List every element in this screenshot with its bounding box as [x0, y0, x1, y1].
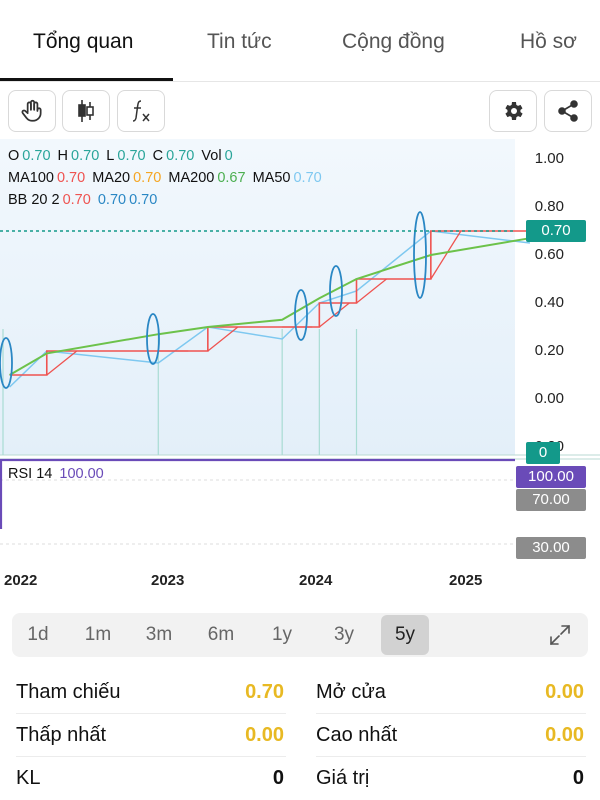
current-price-badge: 0.70 — [526, 220, 586, 242]
hand-tool-button[interactable] — [8, 90, 56, 132]
high-price-label: Cao nhất — [316, 724, 398, 746]
ref-price-value: 0.70 — [245, 681, 284, 703]
year-label: 2024 — [299, 572, 333, 589]
plot-background — [0, 139, 515, 455]
stats-divider — [316, 713, 586, 714]
ma-legend: MA100 0.70 MA20 0.70 MA200 0.67 MA50 0.70 — [8, 170, 322, 186]
range-selector: 1d 1m 3m 6m 1y 3y 5y — [12, 613, 588, 657]
price-tick: 0.00 — [534, 390, 564, 407]
range-5y[interactable]: 5y — [381, 615, 429, 655]
trade-value-label: Giá trị — [316, 767, 370, 789]
hand-icon — [21, 99, 42, 122]
ohlc-legend: O 0.70 H 0.70 L 0.70 C 0.70 Vol 0 — [8, 148, 233, 164]
price-tick: 1.00 — [534, 150, 564, 167]
year-label: 2023 — [151, 572, 185, 589]
range-1d[interactable]: 1d — [14, 613, 62, 657]
chart-type-button[interactable] — [62, 90, 110, 132]
candlestick-icon — [78, 100, 94, 122]
price-tick: 0.20 — [534, 342, 564, 359]
settings-button[interactable] — [489, 90, 537, 132]
year-label: 2025 — [449, 572, 483, 589]
rsi-upper-badge: 70.00 — [516, 489, 586, 511]
function-icon — [132, 100, 150, 122]
tab-community[interactable]: Cộng đồng — [342, 30, 445, 54]
price-tick: 0.80 — [534, 198, 564, 215]
rsi-legend: RSI 14 100.00 — [8, 466, 104, 482]
range-3m[interactable]: 3m — [135, 613, 183, 657]
range-1y[interactable]: 1y — [258, 613, 306, 657]
gear-icon — [505, 102, 523, 120]
open-price-value: 0.00 — [545, 681, 584, 703]
tab-profile[interactable]: Hồ sơ — [520, 30, 577, 54]
range-6m[interactable]: 6m — [197, 613, 245, 657]
high-price-value: 0.00 — [545, 724, 584, 746]
range-3y[interactable]: 3y — [320, 613, 368, 657]
trade-value-value: 0 — [572, 767, 584, 789]
stats-divider — [316, 756, 586, 757]
active-tab-indicator — [0, 78, 173, 81]
low-price-value: 0.00 — [245, 724, 284, 746]
stats-divider — [16, 713, 286, 714]
tab-overview[interactable]: Tổng quan — [33, 30, 133, 54]
rsi-value-badge: 100.00 — [516, 466, 586, 488]
stats-divider — [16, 756, 286, 757]
share-button[interactable] — [544, 90, 592, 132]
price-tick: 0.40 — [534, 294, 564, 311]
year-label: 2022 — [4, 572, 38, 589]
range-1m[interactable]: 1m — [74, 613, 122, 657]
price-tick: 0.60 — [534, 246, 564, 263]
tab-news[interactable]: Tin tức — [207, 30, 272, 54]
low-price-label: Thấp nhất — [16, 724, 107, 746]
expand-icon[interactable] — [548, 623, 572, 647]
ref-price-label: Tham chiếu — [16, 681, 121, 703]
tab-bar: Tổng quan Tin tức Cộng đồng Hồ sơ — [0, 0, 600, 82]
volume-badge: 0 — [526, 442, 560, 464]
rsi-lower-badge: 30.00 — [516, 537, 586, 559]
volume-value: 0 — [272, 767, 284, 789]
open-price-label: Mở cửa — [316, 681, 386, 703]
bb-legend: BB 20 2 0.70 0.70 0.70 — [8, 192, 158, 208]
indicators-button[interactable] — [117, 90, 165, 132]
share-icon — [558, 100, 578, 122]
volume-label: KL — [16, 767, 41, 789]
